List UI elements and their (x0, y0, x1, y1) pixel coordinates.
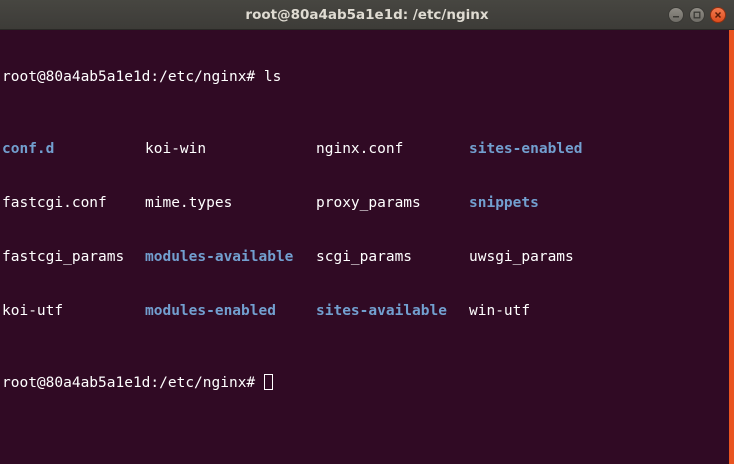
listing-entry: modules-available (145, 249, 294, 265)
close-button[interactable] (710, 7, 726, 23)
listing-entry: scgi_params (316, 249, 413, 265)
listing-entry: mime.types (145, 195, 233, 211)
listing-row: conf.d koi-win nginx.conf sites-enabled (2, 140, 729, 158)
listing-entry: fastcgi.conf (2, 195, 107, 211)
listing-entry: nginx.conf (316, 141, 404, 157)
maximize-icon (693, 11, 701, 19)
terminal-output[interactable]: root@80a4ab5a1e1d:/etc/nginx# ls conf.d … (0, 30, 729, 464)
maximize-button[interactable] (689, 7, 705, 23)
active-prompt-line: root@80a4ab5a1e1d:/etc/nginx# (2, 374, 729, 392)
scrollbar[interactable] (729, 30, 734, 464)
listing-entry: modules-enabled (145, 303, 276, 319)
listing-entry: proxy_params (316, 195, 421, 211)
minimize-icon (673, 16, 679, 18)
window-title: root@80a4ab5a1e1d: /etc/nginx (245, 7, 489, 23)
listing-entry: win-utf (469, 303, 531, 319)
prompt: root@80a4ab5a1e1d:/etc/nginx# (2, 375, 256, 391)
text-cursor (264, 374, 274, 390)
listing-entry: conf.d (2, 141, 55, 157)
listing-row: koi-utf modules-enabled sites-available … (2, 302, 729, 320)
title-bar[interactable]: root@80a4ab5a1e1d: /etc/nginx (0, 0, 734, 30)
listing-entry: koi-utf (2, 303, 64, 319)
command: ls (263, 69, 282, 85)
window-controls (668, 7, 726, 23)
minimize-button[interactable] (668, 7, 684, 23)
listing-entry: uwsgi_params (469, 249, 574, 265)
prompt: root@80a4ab5a1e1d:/etc/nginx# (2, 69, 256, 85)
listing-row: fastcgi.conf mime.types proxy_params sni… (2, 194, 729, 212)
listing-entry: fastcgi_params (2, 249, 125, 265)
terminal-window: root@80a4ab5a1e1d: /etc/nginx root@80a4a… (0, 0, 734, 464)
listing-entry: koi-win (145, 141, 207, 157)
listing-row: fastcgi_params modules-available scgi_pa… (2, 248, 729, 266)
listing-entry: sites-enabled (469, 141, 583, 157)
command-line: root@80a4ab5a1e1d:/etc/nginx# ls (2, 68, 729, 86)
listing-entry: snippets (469, 195, 539, 211)
listing-entry: sites-available (316, 303, 447, 319)
close-icon (714, 11, 722, 19)
